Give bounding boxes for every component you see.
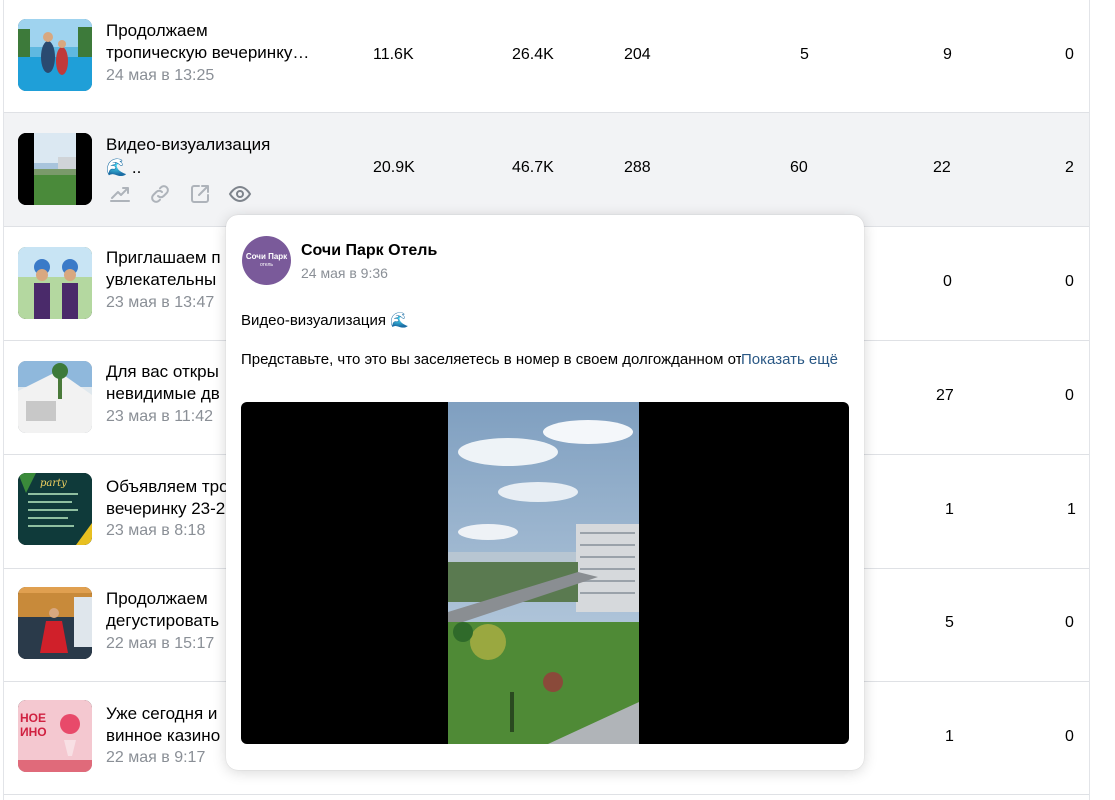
post-title-line2[interactable]: 🌊 .. [106, 157, 141, 179]
post-title-line2[interactable]: невидимые дв [106, 383, 226, 405]
comments-count: 5 [800, 46, 809, 63]
post-preview-popup: Сочи Парк отель Сочи Парк Отель 24 мая в… [226, 215, 864, 770]
hidden-count: 2 [1065, 159, 1074, 176]
post-title-line2[interactable]: винное казино [106, 725, 226, 747]
post-title-line2[interactable]: дегустировать [106, 610, 226, 632]
likes-count: 204 [624, 46, 651, 63]
thumb-text: ИНО [20, 725, 47, 739]
post-title[interactable]: Видео-визуализация [106, 134, 270, 156]
hidden-count: 0 [1065, 614, 1074, 631]
post-thumbnail[interactable]: party [18, 473, 92, 545]
reposts-count: 0 [943, 273, 952, 290]
share-icon[interactable] [188, 182, 212, 206]
post-text: Представьте, что это вы заселяетесь в но… [241, 351, 741, 368]
reposts-count: 5 [945, 614, 954, 631]
video-player[interactable] [241, 402, 849, 744]
hidden-count: 1 [1067, 501, 1076, 518]
eye-icon[interactable] [228, 182, 252, 206]
post-title[interactable]: Объявляем тро [106, 476, 226, 498]
link-icon[interactable] [148, 182, 172, 206]
reposts-count: 22 [933, 159, 951, 176]
thumb-text: party [40, 478, 67, 489]
post-date: 22 мая в 15:17 [106, 635, 215, 652]
post-thumbnail[interactable] [18, 19, 92, 91]
hidden-count: 0 [1065, 387, 1074, 404]
post-thumbnail[interactable]: НОЕ ИНО [18, 700, 92, 772]
table-row[interactable]: Продолжаем тропическую вечеринку… 24 мая… [4, 0, 1089, 113]
post-title[interactable]: Уже сегодня и [106, 703, 226, 725]
table-row[interactable]: Видео-визуализация 🌊 .. 20.9K 46.7K 288 … [4, 113, 1089, 227]
post-date: 24 мая в 9:36 [301, 265, 388, 281]
reposts-count: 27 [936, 387, 954, 404]
avatar[interactable]: Сочи Парк отель [242, 236, 291, 285]
reach-count: 26.4K [512, 46, 554, 63]
post-thumbnail[interactable] [18, 361, 92, 433]
post-date: 23 мая в 11:42 [106, 408, 214, 425]
reposts-count: 1 [945, 501, 954, 518]
post-date: 22 мая в 9:17 [106, 749, 206, 766]
post-title: Видео-визуализация 🌊 [241, 312, 409, 329]
post-date: 23 мая в 13:47 [106, 294, 215, 311]
post-title[interactable]: Приглашаем п [106, 247, 226, 269]
avatar-subtext: отель [259, 261, 274, 268]
post-date: 23 мая в 8:18 [106, 522, 206, 539]
post-title-line2[interactable]: вечеринку 23-2 [106, 498, 226, 520]
post-title[interactable]: Для вас откры [106, 361, 226, 383]
stats-icon[interactable] [108, 182, 132, 206]
post-title-line2[interactable]: увлекательны [106, 269, 226, 291]
views-count: 11.6K [373, 46, 414, 63]
thumb-text: НОЕ [20, 711, 46, 725]
reposts-count: 9 [943, 46, 952, 63]
comments-count: 60 [790, 159, 808, 176]
hidden-count: 0 [1065, 46, 1074, 63]
reach-count: 46.7K [512, 159, 554, 176]
post-date: 24 мая в 13:25 [106, 67, 215, 84]
post-thumbnail[interactable] [18, 133, 92, 205]
reposts-count: 1 [945, 728, 954, 745]
post-title-line2[interactable]: тропическую вечеринку… [106, 42, 309, 64]
hidden-count: 0 [1065, 728, 1074, 745]
avatar-text: Сочи Парк [245, 251, 288, 261]
likes-count: 288 [624, 159, 651, 176]
post-title[interactable]: Продолжаем [106, 20, 208, 42]
hidden-count: 0 [1065, 273, 1074, 290]
community-name[interactable]: Сочи Парк Отель [301, 242, 437, 260]
post-actions [108, 182, 252, 206]
post-thumbnail[interactable] [18, 247, 92, 319]
post-title[interactable]: Продолжаем [106, 588, 226, 610]
views-count: 20.9K [373, 159, 415, 176]
video-frame [448, 402, 639, 744]
post-thumbnail[interactable] [18, 587, 92, 659]
show-more-link[interactable]: Показать ещё [741, 351, 838, 368]
